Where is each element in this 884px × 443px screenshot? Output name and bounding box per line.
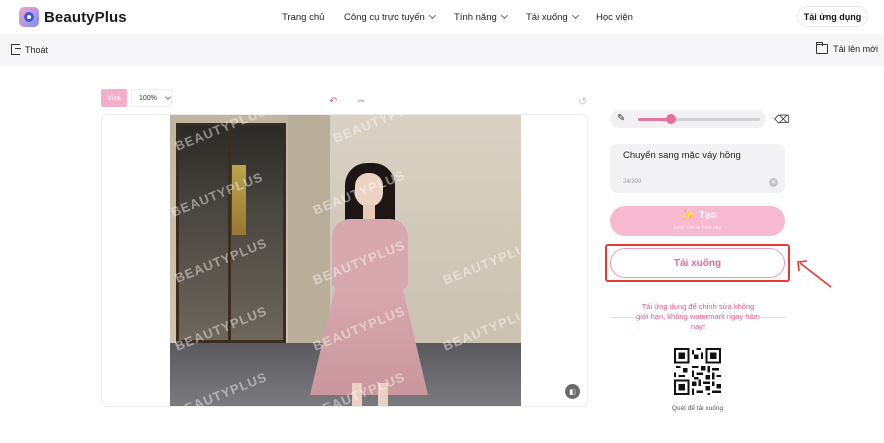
divider [760,317,786,318]
chevron-down-icon [500,11,508,20]
clear-icon[interactable]: ✕ [769,178,778,187]
upload-new-button[interactable]: Tải lên mới [816,42,878,54]
chevron-down-icon [165,94,171,100]
door [176,123,286,343]
pointer-arrow-icon [797,260,832,288]
zoom-value: 100% [139,94,157,102]
remaining-uses-text: Lượt còn lại hôm nay [673,225,722,231]
brush-icon[interactable]: ✎ [617,113,625,124]
eraser-icon[interactable]: ⌫ [774,113,790,126]
nav-item-features[interactable]: Tính năng [454,0,508,34]
edited-photo: BEAUTYPLUS BEAUTYPLUS BEAUTYPLUS BEAUTYP… [170,115,521,406]
exit-button[interactable]: Thoát [11,44,48,55]
nav-label: Tải xuống [526,11,568,23]
divider [611,317,637,318]
exit-label: Thoát [25,44,49,55]
nav-item-academy[interactable]: Học viện [596,0,633,34]
create-button-label[interactable]: ✨ Tạo [680,208,717,222]
compare-icon[interactable]: ◧ [565,384,580,399]
nav-item-home[interactable]: Trang chủ [282,0,324,34]
folder-upload-icon [816,42,829,54]
nav-item-online-tools[interactable]: Công cụ trực tuyến [344,0,436,34]
prompt-character-count: 24/300 [623,179,642,185]
brand-name: BeautyPlus [44,8,127,26]
logo-icon [19,7,39,27]
top-navigation: BeautyPlus Trang chủ Công cụ trực tuyến … [0,0,884,34]
exit-icon [11,44,21,55]
brand-logo[interactable]: BeautyPlus [19,7,127,27]
reset-icon[interactable]: ↺ [578,95,587,108]
nav-label: Trang chủ [282,11,325,23]
qr-caption: Quét để tải xuống [671,405,724,412]
chevron-down-icon [428,11,436,20]
nav-label: Học viện [596,11,633,23]
download-button[interactable]: Tải xuống [610,248,785,278]
upload-new-label: Tải lên mới [833,44,878,54]
nav-label: Công cụ trực tuyến [344,11,425,23]
redo-icon[interactable]: ➦ [357,96,365,107]
qr-code [674,348,721,395]
undo-icon[interactable]: ↶ [329,96,337,107]
fit-button[interactable]: Vừa [101,89,127,107]
editor-subbar [0,34,884,66]
get-app-button[interactable]: Tải ứng dụng [797,6,868,27]
promo-text: Tải ứng dụng để chỉnh sửa không giới hạn… [636,302,760,331]
chevron-down-icon [571,11,579,20]
nav-item-download[interactable]: Tải xuống [526,0,579,34]
zoom-select[interactable]: 100% [131,89,172,107]
nav-label: Tính năng [454,11,497,23]
sparkle-icon: ✨ [680,208,695,222]
image-canvas[interactable]: BEAUTYPLUS BEAUTYPLUS BEAUTYPLUS BEAUTYP… [101,114,588,407]
prompt-text[interactable]: Chuyển sang mặc váy hồng [623,150,741,161]
brush-size-handle[interactable] [666,114,676,124]
create-label: Tạo [698,209,717,221]
